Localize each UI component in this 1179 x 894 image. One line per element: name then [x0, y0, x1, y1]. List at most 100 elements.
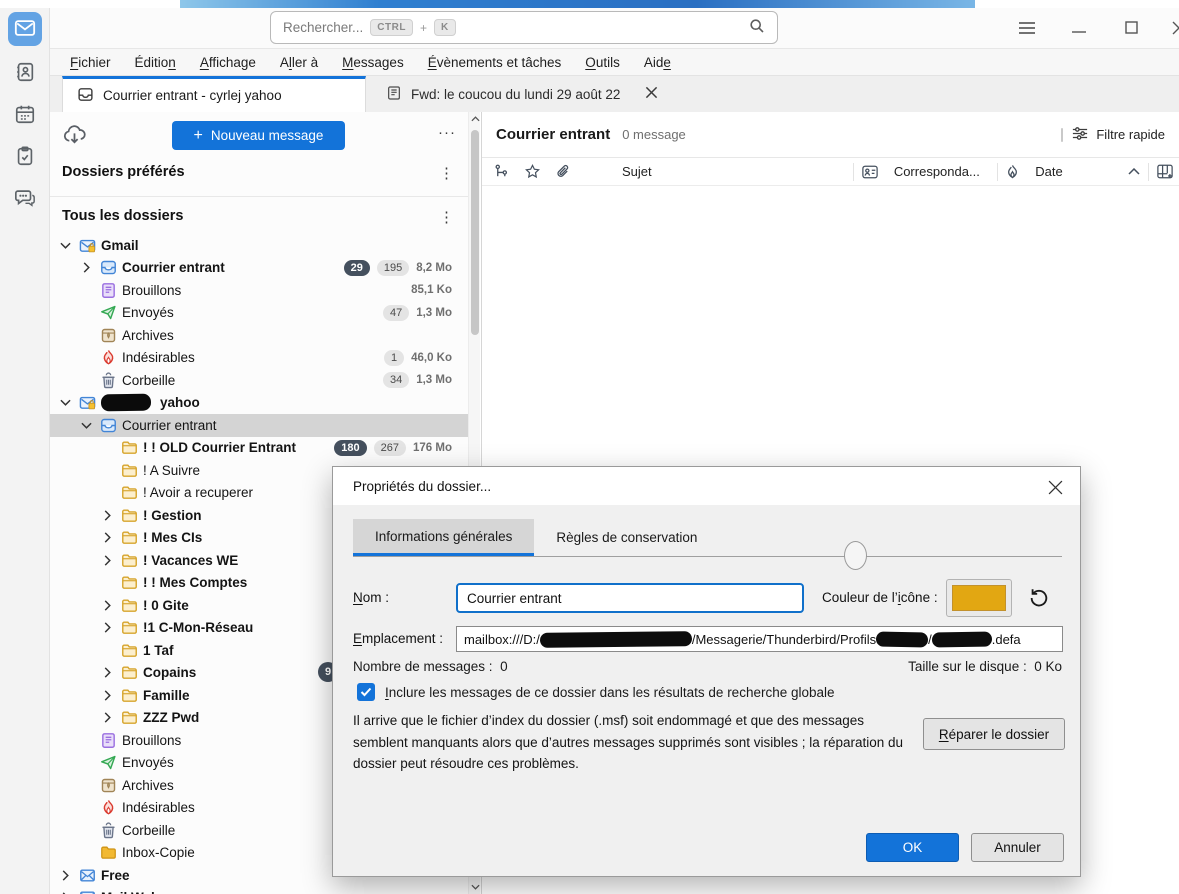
tab-close-icon[interactable]	[645, 86, 658, 102]
all-folders-kebab-icon[interactable]: ⋮	[439, 208, 454, 226]
attachment-column-button[interactable]	[548, 164, 578, 179]
favorites-kebab-icon[interactable]: ⋮	[439, 164, 454, 182]
menu-fichier[interactable]: Fichier	[60, 52, 121, 73]
scrollbar-thumb[interactable]	[471, 130, 479, 335]
dialog-close-button[interactable]	[1042, 475, 1068, 499]
chevron-right-icon[interactable]	[100, 665, 115, 680]
folder-label: ! Vacances WE	[143, 552, 239, 568]
folder-row-yahoo[interactable]: yahoo	[50, 392, 468, 415]
redaction-blob	[931, 630, 992, 648]
repair-folder-button[interactable]: Réparer le dossier	[923, 718, 1065, 750]
menu-affichage[interactable]: Affichage	[190, 52, 266, 73]
folder-label: Courrier entrant	[122, 260, 225, 276]
menu-messages[interactable]: Messages	[332, 52, 414, 73]
folder-pane-options-icon[interactable]: ···	[438, 124, 456, 141]
menu-aller[interactable]: Aller à	[270, 52, 328, 73]
correspondents-column-header[interactable]: Corresponda...	[886, 164, 998, 179]
folder-row-courrier-entrant[interactable]: Courrier entrant	[50, 414, 468, 437]
date-column-header[interactable]: Date	[1027, 164, 1120, 179]
checkbox-label: Inclure les messages de ce dossier dans …	[385, 684, 835, 700]
chevron-right-icon[interactable]	[58, 868, 73, 883]
tab-general-info[interactable]: Informations générales	[353, 519, 535, 556]
folder-row-corbeille[interactable]: Corbeille 34 1,3 Mo	[50, 369, 468, 392]
global-search-input[interactable]: Rechercher... CTRL + K	[270, 11, 778, 44]
chevron-right-icon[interactable]	[100, 688, 115, 703]
chevron-right-icon[interactable]	[100, 530, 115, 545]
folder-row-brouillons[interactable]: Brouillons 85,1 Ko	[50, 279, 468, 302]
menu-vnementsettches[interactable]: Évènements et tâches	[418, 52, 572, 73]
folder-location-input[interactable]: mailbox:///D:/ /Messagerie/Thunderbird/P…	[456, 626, 1063, 652]
chevron-right-icon[interactable]	[100, 598, 115, 613]
chevron-right-icon[interactable]	[58, 890, 73, 894]
thread-column-button[interactable]	[482, 164, 517, 179]
message-tab-icon	[386, 85, 402, 104]
chevron-right-icon[interactable]	[100, 553, 115, 568]
get-messages-icon[interactable]	[62, 123, 87, 151]
menu-dition[interactable]: Édition	[125, 52, 186, 73]
chevron-right-icon[interactable]	[100, 710, 115, 725]
reset-color-button[interactable]	[1025, 585, 1053, 613]
addressbook-space-button[interactable]	[8, 56, 42, 90]
chevron-right-icon[interactable]	[79, 260, 94, 275]
chevron-down-icon[interactable]	[79, 418, 94, 433]
chevron-down-icon[interactable]	[58, 238, 73, 253]
ok-button[interactable]: OK	[866, 833, 959, 862]
folder-icon	[120, 461, 138, 479]
mail-space-button[interactable]	[8, 12, 42, 46]
folder-row-ind-sirables[interactable]: Indésirables 1 46,0 Ko	[50, 347, 468, 370]
scroll-down-icon[interactable]	[469, 880, 481, 894]
close-window-button[interactable]	[1167, 18, 1179, 40]
menu-outils[interactable]: Outils	[575, 52, 630, 73]
quick-filter-label: Filtre rapide	[1096, 127, 1165, 142]
correspondents-icon-button[interactable]	[854, 165, 886, 179]
tab-message[interactable]: Fwd: le coucou du lundi 29 août 22	[372, 76, 672, 112]
minimize-button[interactable]	[1067, 18, 1091, 40]
folder-row-archives[interactable]: Archives	[50, 324, 468, 347]
folder-label: ! 0 Gite	[143, 597, 189, 613]
chevron-right-icon[interactable]	[100, 508, 115, 523]
folder-row-gmail[interactable]: Gmail	[50, 234, 468, 257]
column-picker-button[interactable]	[1149, 164, 1179, 179]
calendar-space-button[interactable]	[8, 98, 42, 132]
folder-name-input[interactable]	[456, 583, 804, 613]
chat-space-button[interactable]	[8, 182, 42, 216]
chevron-down-icon[interactable]	[58, 395, 73, 410]
tab-retention-rules[interactable]: Règles de conservation	[534, 519, 719, 556]
redaction-blob	[100, 393, 152, 412]
account-icon	[78, 394, 96, 412]
scroll-up-icon[interactable]	[469, 112, 481, 126]
total-badge: 1	[383, 349, 405, 366]
settings-button[interactable]	[10, 848, 47, 889]
folder-label: Indésirables	[122, 350, 195, 366]
tab-label: Courrier entrant - cyrlej yahoo	[103, 88, 282, 103]
new-message-button[interactable]: + Nouveau message	[172, 121, 345, 150]
total-badge: 195	[376, 259, 410, 276]
maximize-button[interactable]	[1119, 18, 1143, 40]
folder-row-courrier-entrant[interactable]: Courrier entrant 29 195 8,2 Mo	[50, 257, 468, 280]
redaction-blob	[875, 631, 929, 647]
folder-row-mail-web[interactable]: Mail Web	[50, 887, 468, 894]
folder-row-envoy-s[interactable]: Envoyés 47 1,3 Mo	[50, 302, 468, 325]
close-icon	[1172, 21, 1179, 38]
folder-row-old-courrier-entrant[interactable]: ! ! OLD Courrier Entrant 180 267 176 Mo	[50, 437, 468, 460]
menu-aide[interactable]: Aide	[634, 52, 681, 73]
quick-filter-toggle[interactable]: Filtre rapide	[1060, 126, 1165, 144]
subject-column-header[interactable]: Sujet	[578, 164, 853, 179]
chevron-right-icon[interactable]	[100, 620, 115, 635]
folder-pane-toolbar: + Nouveau message ···	[50, 120, 468, 154]
folder-icon	[120, 641, 138, 659]
cancel-button[interactable]: Annuler	[971, 833, 1064, 862]
folder-label: Famille	[143, 687, 190, 703]
include-global-search-checkbox[interactable]	[357, 683, 375, 701]
tab-inbox[interactable]: Courrier entrant - cyrlej yahoo	[62, 76, 366, 112]
star-column-button[interactable]	[517, 164, 548, 179]
junk-status-column-button[interactable]	[998, 164, 1027, 179]
icon-color-button[interactable]	[946, 579, 1012, 617]
tasks-space-button[interactable]	[8, 140, 42, 174]
app-menu-button[interactable]	[1015, 18, 1039, 40]
